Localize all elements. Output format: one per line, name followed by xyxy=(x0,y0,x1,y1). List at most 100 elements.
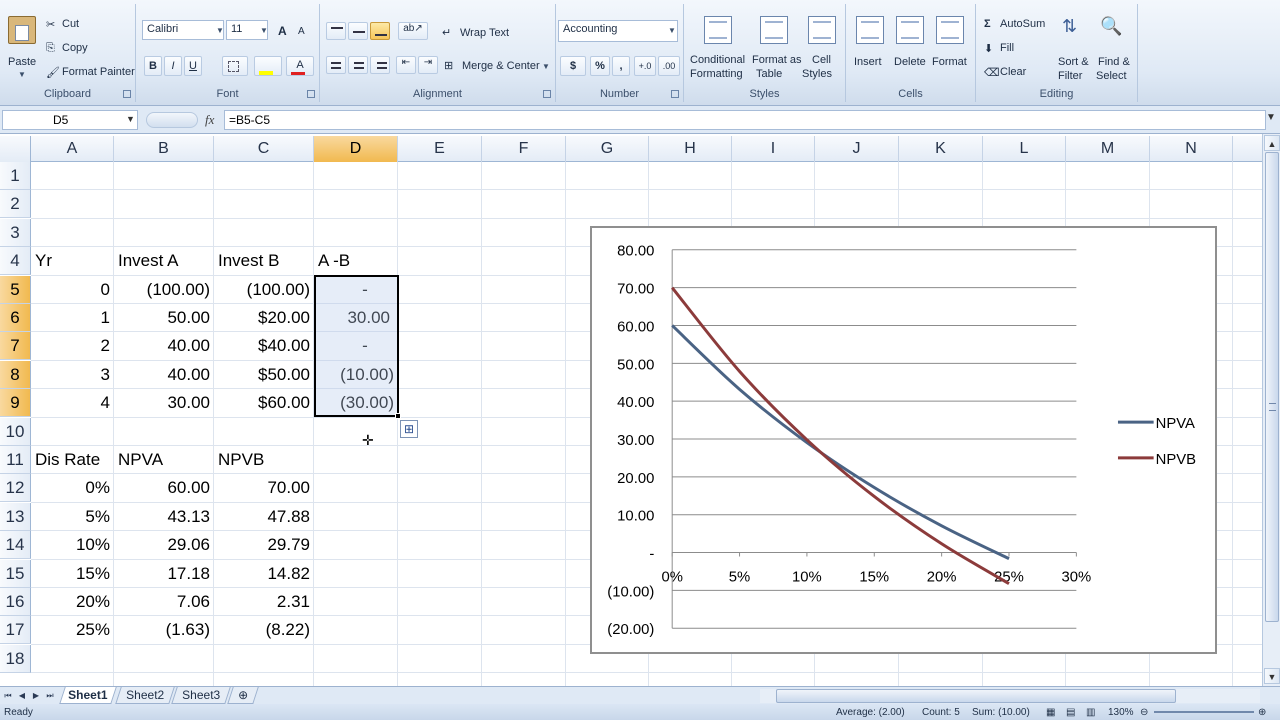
cell-C9[interactable]: $60.00 xyxy=(214,389,314,417)
row-header-14[interactable]: 14 xyxy=(0,531,31,560)
row-header-7[interactable]: 7 xyxy=(0,332,31,361)
row-header-16[interactable]: 16 xyxy=(0,588,31,616)
row-header-1[interactable]: 1 xyxy=(0,162,31,190)
formula-cancel-enter-area[interactable] xyxy=(146,112,198,128)
cell-A8[interactable]: 3 xyxy=(31,361,114,389)
vertical-scrollbar[interactable]: ▲ ▼ xyxy=(1262,134,1280,686)
font-color-button[interactable]: A xyxy=(286,56,314,76)
cut-button[interactable]: Cut xyxy=(62,18,79,30)
cell-A7[interactable]: 2 xyxy=(31,332,114,360)
page-layout-view-icon[interactable]: ▤ xyxy=(1066,707,1075,718)
select-all-corner[interactable] xyxy=(0,136,31,162)
column-header-M[interactable]: M xyxy=(1066,136,1150,162)
cell-C14[interactable]: 29.79 xyxy=(214,531,314,559)
font-size-dropdown-icon[interactable]: ▼ xyxy=(260,26,268,35)
column-header-H[interactable]: H xyxy=(649,136,732,162)
autosum-button[interactable]: AutoSum xyxy=(1000,18,1045,30)
column-header-B[interactable]: B xyxy=(114,136,214,162)
selected-range[interactable] xyxy=(314,275,399,417)
cell-B12[interactable]: 60.00 xyxy=(114,474,214,502)
row-header-18[interactable]: 18 xyxy=(0,644,31,673)
cell-A16[interactable]: 20% xyxy=(31,588,114,616)
cell-B8[interactable]: 40.00 xyxy=(114,361,214,389)
scroll-up-icon[interactable]: ▲ xyxy=(1264,135,1280,151)
clipboard-launcher-icon[interactable] xyxy=(123,90,131,98)
vertical-scroll-thumb[interactable] xyxy=(1265,152,1279,622)
percent-button[interactable]: % xyxy=(590,56,610,76)
italic-button[interactable]: I xyxy=(164,56,182,76)
number-format-select[interactable]: Accounting xyxy=(558,20,678,42)
format-button[interactable]: Format xyxy=(932,56,967,68)
align-bottom-button[interactable] xyxy=(370,22,390,40)
zoom-slider[interactable] xyxy=(1154,711,1254,713)
normal-view-icon[interactable]: ▦ xyxy=(1046,707,1055,718)
column-header-I[interactable]: I xyxy=(732,136,815,162)
row-header-15[interactable]: 15 xyxy=(0,559,31,588)
column-header-A[interactable]: A xyxy=(31,136,114,162)
wrap-text-button[interactable]: Wrap Text xyxy=(460,27,509,39)
column-header-N[interactable]: N xyxy=(1150,136,1233,162)
cell-B6[interactable]: 50.00 xyxy=(114,304,214,332)
number-format-dropdown-icon[interactable]: ▼ xyxy=(668,26,676,35)
row-header-5[interactable]: 5 xyxy=(0,275,31,304)
number-launcher-icon[interactable] xyxy=(671,90,679,98)
zoom-level[interactable]: 130% xyxy=(1108,707,1134,718)
auto-fill-options-icon[interactable]: ⊞ xyxy=(400,420,418,438)
font-launcher-icon[interactable] xyxy=(307,90,315,98)
column-header-C[interactable]: C xyxy=(214,136,314,162)
column-header-G[interactable]: G xyxy=(566,136,649,162)
cell-B11[interactable]: NPVA xyxy=(114,446,214,474)
decrease-decimal-button[interactable]: .00 xyxy=(658,56,680,76)
cell-A9[interactable]: 4 xyxy=(31,389,114,417)
last-sheet-icon[interactable]: ⏭ xyxy=(44,689,56,703)
cell-A17[interactable]: 25% xyxy=(31,616,114,644)
expand-formula-bar-icon[interactable]: ▼ xyxy=(1266,112,1276,123)
cell-C4[interactable]: Invest B xyxy=(214,247,314,275)
orientation-button[interactable]: ab↗ xyxy=(398,22,428,40)
scroll-down-icon[interactable]: ▼ xyxy=(1264,668,1280,684)
shrink-font-button[interactable]: A xyxy=(298,26,305,37)
next-sheet-icon[interactable]: ▶ xyxy=(30,689,42,703)
column-header-J[interactable]: J xyxy=(815,136,899,162)
align-middle-button[interactable] xyxy=(348,22,368,40)
align-right-button[interactable] xyxy=(370,56,390,74)
first-sheet-icon[interactable]: ⏮ xyxy=(2,689,14,703)
row-header-11[interactable]: 11 xyxy=(0,446,31,474)
row-header-12[interactable]: 12 xyxy=(0,474,31,503)
decrease-indent-button[interactable]: ⇤ xyxy=(396,56,416,74)
fill-color-button[interactable] xyxy=(254,56,282,76)
horizontal-scrollbar[interactable] xyxy=(760,689,1260,703)
cell-C6[interactable]: $20.00 xyxy=(214,304,314,332)
sheet-tab-2[interactable]: Sheet2 xyxy=(115,687,175,704)
series-line-npvb[interactable] xyxy=(671,286,1010,585)
cell-C7[interactable]: $40.00 xyxy=(214,332,314,360)
cell-B4[interactable]: Invest A xyxy=(114,247,214,275)
insert-sheet-button[interactable]: ⊕ xyxy=(227,687,259,704)
name-box-dropdown-icon[interactable]: ▼ xyxy=(126,114,135,124)
increase-indent-button[interactable]: ⇥ xyxy=(418,56,438,74)
formula-input[interactable]: =B5-C5 xyxy=(224,110,1266,130)
column-header-K[interactable]: K xyxy=(899,136,983,162)
cell-B5[interactable]: (100.00) xyxy=(114,276,214,304)
cell-B13[interactable]: 43.13 xyxy=(114,503,214,531)
cell-B7[interactable]: 40.00 xyxy=(114,332,214,360)
find-select-button[interactable]: Find & xyxy=(1098,56,1130,68)
fill-button[interactable]: Fill xyxy=(1000,42,1014,54)
zoom-out-icon[interactable]: ⊖ xyxy=(1140,707,1148,718)
paste-dropdown-icon[interactable]: ▼ xyxy=(18,70,26,79)
clear-button[interactable]: Clear xyxy=(1000,66,1026,78)
name-box[interactable]: D5 xyxy=(2,110,138,130)
grow-font-button[interactable]: A xyxy=(278,24,287,38)
cell-C16[interactable]: 2.31 xyxy=(214,588,314,616)
zoom-in-icon[interactable]: ⊕ xyxy=(1258,707,1266,718)
column-header-D[interactable]: D xyxy=(314,136,398,162)
cell-C5[interactable]: (100.00) xyxy=(214,276,314,304)
cell-C17[interactable]: (8.22) xyxy=(214,616,314,644)
cell-styles-button[interactable]: Cell xyxy=(812,54,831,66)
column-header-F[interactable]: F xyxy=(482,136,566,162)
cell-B17[interactable]: (1.63) xyxy=(114,616,214,644)
fill-handle[interactable] xyxy=(395,413,401,419)
cell-B14[interactable]: 29.06 xyxy=(114,531,214,559)
font-name-dropdown-icon[interactable]: ▼ xyxy=(216,26,224,35)
format-painter-button[interactable]: Format Painter xyxy=(62,66,135,78)
